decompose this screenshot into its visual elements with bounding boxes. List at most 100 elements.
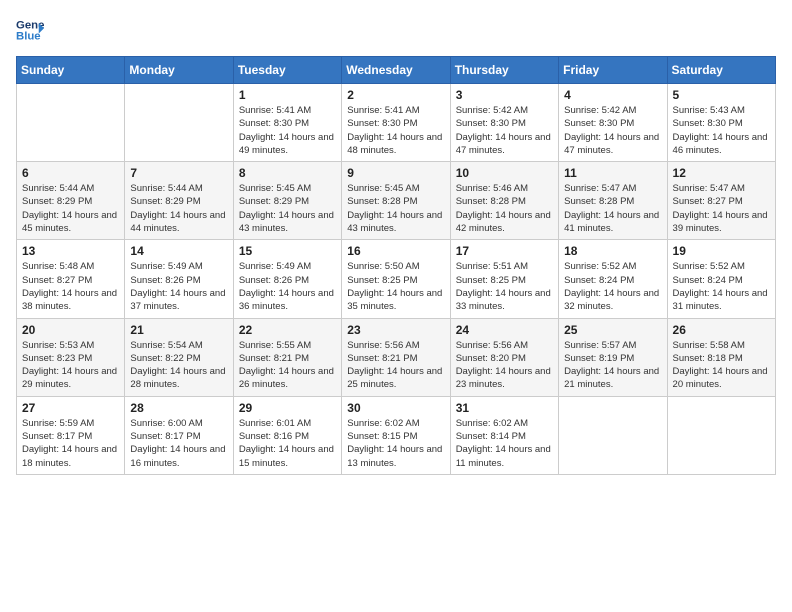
day-info: Sunrise: 5:52 AMSunset: 8:24 PMDaylight:…: [673, 260, 770, 313]
day-info: Sunrise: 5:52 AMSunset: 8:24 PMDaylight:…: [564, 260, 661, 313]
day-info: Sunrise: 6:01 AMSunset: 8:16 PMDaylight:…: [239, 417, 336, 470]
day-info: Sunrise: 6:02 AMSunset: 8:15 PMDaylight:…: [347, 417, 444, 470]
day-info: Sunrise: 5:49 AMSunset: 8:26 PMDaylight:…: [239, 260, 336, 313]
calendar-cell: 14 Sunrise: 5:49 AMSunset: 8:26 PMDayligh…: [125, 240, 233, 318]
day-info: Sunrise: 5:43 AMSunset: 8:30 PMDaylight:…: [673, 104, 770, 157]
day-number: 29: [239, 401, 336, 415]
calendar-cell: 25 Sunrise: 5:57 AMSunset: 8:19 PMDayligh…: [559, 318, 667, 396]
calendar-cell: 15 Sunrise: 5:49 AMSunset: 8:26 PMDayligh…: [233, 240, 341, 318]
calendar-cell: 13Sunrise: 5:48 AMSunset: 8:27 PMDayligh…: [17, 240, 125, 318]
calendar-cell: 18 Sunrise: 5:52 AMSunset: 8:24 PMDayligh…: [559, 240, 667, 318]
day-number: 4: [564, 88, 661, 102]
logo: General Blue: [16, 16, 44, 44]
day-number: 2: [347, 88, 444, 102]
day-info: Sunrise: 5:53 AMSunset: 8:23 PMDaylight:…: [22, 339, 119, 392]
calendar-cell: 24 Sunrise: 5:56 AMSunset: 8:20 PMDayligh…: [450, 318, 558, 396]
weekday-header-thursday: Thursday: [450, 57, 558, 84]
day-info: Sunrise: 5:45 AMSunset: 8:29 PMDaylight:…: [239, 182, 336, 235]
weekday-header-saturday: Saturday: [667, 57, 775, 84]
day-info: Sunrise: 5:47 AMSunset: 8:27 PMDaylight:…: [673, 182, 770, 235]
day-info: Sunrise: 5:49 AMSunset: 8:26 PMDaylight:…: [130, 260, 227, 313]
calendar-cell: 20 Sunrise: 5:53 AMSunset: 8:23 PMDayligh…: [17, 318, 125, 396]
day-info: Sunrise: 5:56 AMSunset: 8:20 PMDaylight:…: [456, 339, 553, 392]
calendar-cell: 27 Sunrise: 5:59 AMSunset: 8:17 PMDayligh…: [17, 396, 125, 474]
day-number: 27: [22, 401, 119, 415]
calendar-cell: [667, 396, 775, 474]
weekday-header-friday: Friday: [559, 57, 667, 84]
day-number: 25: [564, 323, 661, 337]
calendar-cell: 2 Sunrise: 5:41 AMSunset: 8:30 PMDaylight…: [342, 84, 450, 162]
weekday-header-wednesday: Wednesday: [342, 57, 450, 84]
calendar-week-1: 1 Sunrise: 5:41 AMSunset: 8:30 PMDaylight…: [17, 84, 776, 162]
calendar-cell: 1Sunrise: 5:41 AMSunset: 8:30 PMDaylight…: [233, 84, 341, 162]
calendar-cell: 29 Sunrise: 6:01 AMSunset: 8:16 PMDayligh…: [233, 396, 341, 474]
day-number: 7: [130, 166, 227, 180]
calendar-cell: [125, 84, 233, 162]
day-number: 17: [456, 244, 553, 258]
day-number: 18: [564, 244, 661, 258]
calendar-week-2: 6 Sunrise: 5:44 AMSunset: 8:29 PMDaylight…: [17, 162, 776, 240]
day-number: 14: [130, 244, 227, 258]
day-number: 5: [673, 88, 770, 102]
day-info: Sunrise: 5:44 AMSunset: 8:29 PMDaylight:…: [22, 182, 119, 235]
day-number: 8: [239, 166, 336, 180]
day-info: Sunrise: 6:00 AMSunset: 8:17 PMDaylight:…: [130, 417, 227, 470]
calendar-cell: 9 Sunrise: 5:45 AMSunset: 8:28 PMDaylight…: [342, 162, 450, 240]
calendar-cell: [17, 84, 125, 162]
page-header: General Blue: [16, 16, 776, 44]
day-info: Sunrise: 5:50 AMSunset: 8:25 PMDaylight:…: [347, 260, 444, 313]
logo-icon: General Blue: [16, 16, 44, 44]
day-info: Sunrise: 5:59 AMSunset: 8:17 PMDaylight:…: [22, 417, 119, 470]
calendar-cell: 21Sunrise: 5:54 AMSunset: 8:22 PMDayligh…: [125, 318, 233, 396]
day-number: 9: [347, 166, 444, 180]
day-info: Sunrise: 5:44 AMSunset: 8:29 PMDaylight:…: [130, 182, 227, 235]
day-info: Sunrise: 5:46 AMSunset: 8:28 PMDaylight:…: [456, 182, 553, 235]
day-info: Sunrise: 5:51 AMSunset: 8:25 PMDaylight:…: [456, 260, 553, 313]
calendar-cell: 3 Sunrise: 5:42 AMSunset: 8:30 PMDaylight…: [450, 84, 558, 162]
calendar-cell: 16 Sunrise: 5:50 AMSunset: 8:25 PMDayligh…: [342, 240, 450, 318]
day-number: 12: [673, 166, 770, 180]
day-number: 3: [456, 88, 553, 102]
day-info: Sunrise: 5:48 AMSunset: 8:27 PMDaylight:…: [22, 260, 119, 313]
calendar-cell: 26Sunrise: 5:58 AMSunset: 8:18 PMDayligh…: [667, 318, 775, 396]
weekday-header-sunday: Sunday: [17, 57, 125, 84]
day-number: 1: [239, 88, 336, 102]
calendar-cell: 31Sunrise: 6:02 AMSunset: 8:14 PMDayligh…: [450, 396, 558, 474]
calendar-table: SundayMondayTuesdayWednesdayThursdayFrid…: [16, 56, 776, 475]
weekday-header-monday: Monday: [125, 57, 233, 84]
calendar-cell: 4 Sunrise: 5:42 AMSunset: 8:30 PMDaylight…: [559, 84, 667, 162]
day-info: Sunrise: 5:55 AMSunset: 8:21 PMDaylight:…: [239, 339, 336, 392]
calendar-cell: 7 Sunrise: 5:44 AMSunset: 8:29 PMDaylight…: [125, 162, 233, 240]
day-number: 24: [456, 323, 553, 337]
day-info: Sunrise: 5:41 AMSunset: 8:30 PMDaylight:…: [347, 104, 444, 157]
day-info: Sunrise: 5:56 AMSunset: 8:21 PMDaylight:…: [347, 339, 444, 392]
day-number: 6: [22, 166, 119, 180]
calendar-week-4: 20 Sunrise: 5:53 AMSunset: 8:23 PMDayligh…: [17, 318, 776, 396]
calendar-cell: 28Sunrise: 6:00 AMSunset: 8:17 PMDayligh…: [125, 396, 233, 474]
day-number: 16: [347, 244, 444, 258]
calendar-week-5: 27 Sunrise: 5:59 AMSunset: 8:17 PMDayligh…: [17, 396, 776, 474]
day-info: Sunrise: 5:47 AMSunset: 8:28 PMDaylight:…: [564, 182, 661, 235]
day-number: 19: [673, 244, 770, 258]
day-info: Sunrise: 5:57 AMSunset: 8:19 PMDaylight:…: [564, 339, 661, 392]
day-number: 23: [347, 323, 444, 337]
day-number: 15: [239, 244, 336, 258]
day-number: 21: [130, 323, 227, 337]
calendar-cell: 22 Sunrise: 5:55 AMSunset: 8:21 PMDayligh…: [233, 318, 341, 396]
day-number: 30: [347, 401, 444, 415]
calendar-cell: [559, 396, 667, 474]
weekday-header-tuesday: Tuesday: [233, 57, 341, 84]
calendar-cell: 23 Sunrise: 5:56 AMSunset: 8:21 PMDayligh…: [342, 318, 450, 396]
day-info: Sunrise: 5:42 AMSunset: 8:30 PMDaylight:…: [456, 104, 553, 157]
day-number: 11: [564, 166, 661, 180]
calendar-cell: 10 Sunrise: 5:46 AMSunset: 8:28 PMDayligh…: [450, 162, 558, 240]
day-number: 22: [239, 323, 336, 337]
day-info: Sunrise: 5:42 AMSunset: 8:30 PMDaylight:…: [564, 104, 661, 157]
calendar-week-3: 13Sunrise: 5:48 AMSunset: 8:27 PMDayligh…: [17, 240, 776, 318]
day-info: Sunrise: 5:45 AMSunset: 8:28 PMDaylight:…: [347, 182, 444, 235]
day-info: Sunrise: 5:58 AMSunset: 8:18 PMDaylight:…: [673, 339, 770, 392]
day-number: 20: [22, 323, 119, 337]
day-number: 10: [456, 166, 553, 180]
calendar-cell: 12 Sunrise: 5:47 AMSunset: 8:27 PMDayligh…: [667, 162, 775, 240]
calendar-cell: 11 Sunrise: 5:47 AMSunset: 8:28 PMDayligh…: [559, 162, 667, 240]
